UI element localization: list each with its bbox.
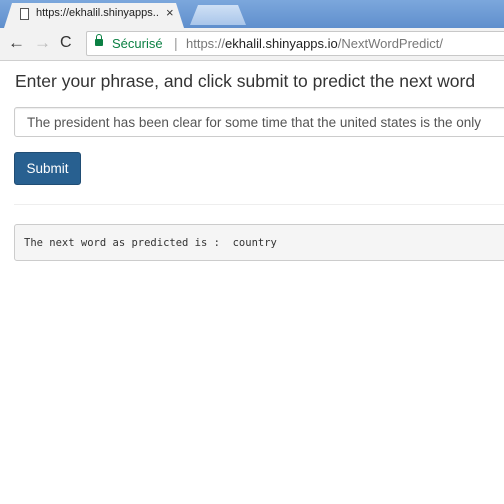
url-scheme: https:// [186, 36, 226, 51]
url-host: ekhalil.shinyapps.io [225, 36, 338, 51]
browser-tab-bar: https://ekhalil.shinyapps... × [0, 0, 504, 28]
new-tab-button[interactable] [190, 5, 246, 25]
back-arrow-icon[interactable]: ← [8, 33, 25, 53]
divider [14, 204, 504, 205]
url-path: /NextWordPredict/ [337, 36, 444, 51]
submit-button[interactable]: Submit [14, 152, 81, 185]
secure-label: Sécurisé [112, 36, 163, 51]
phrase-input[interactable] [14, 107, 504, 137]
page-title: Enter your phrase, and click submit to p… [15, 71, 476, 91]
browser-toolbar: ← → C Sécurisé | https://ekhalil.shinyap… [0, 28, 504, 61]
page-content: Enter your phrase, and click submit to p… [0, 61, 504, 504]
lock-icon [95, 34, 103, 46]
page-icon [20, 8, 29, 20]
url-text[interactable]: https://ekhalil.shinyapps.io/NextWordPre… [186, 36, 443, 51]
url-separator: | [174, 35, 178, 51]
reload-icon[interactable]: C [60, 33, 72, 53]
forward-arrow-icon[interactable]: → [34, 33, 51, 53]
tab-title[interactable]: https://ekhalil.shinyapps... [36, 7, 158, 19]
prediction-output: The next word as predicted is : country [14, 224, 504, 261]
address-bar[interactable]: Sécurisé | https://ekhalil.shinyapps.io/… [86, 31, 504, 56]
close-tab-icon[interactable]: × [166, 5, 174, 20]
